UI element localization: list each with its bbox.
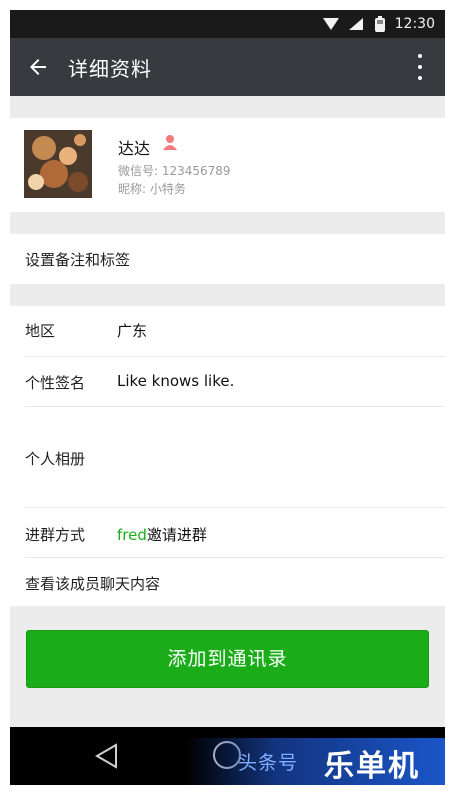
status-bar: 12:30	[10, 10, 445, 38]
back-arrow-icon[interactable]	[26, 55, 50, 79]
female-gender-icon	[163, 135, 177, 150]
join-method-value: fred邀请进群	[117, 524, 207, 545]
divider	[25, 406, 445, 407]
watermark: 头条号 乐单机	[186, 738, 445, 785]
set-remark-row[interactable]: 设置备注和标签	[10, 234, 445, 284]
app-bar: 详细资料	[10, 38, 445, 96]
signal-icon	[348, 18, 363, 30]
wechat-id: 微信号: 123456789	[118, 164, 231, 178]
join-method-label: 进群方式	[25, 526, 86, 544]
phone-screen: 12:30 详细资料 达达 微信号: 123456789 昵称: 小特务 设置备…	[10, 10, 445, 785]
divider	[25, 356, 445, 357]
contact-name: 达达	[118, 139, 151, 158]
page-title: 详细资料	[68, 57, 152, 81]
watermark-small: 头条号	[238, 752, 299, 774]
signature-label: 个性签名	[25, 374, 86, 392]
divider	[25, 557, 445, 558]
divider	[25, 507, 445, 508]
set-remark-label: 设置备注和标签	[25, 251, 131, 269]
chat-history-label: 查看该成员聊天内容	[25, 575, 161, 593]
region-label: 地区	[25, 322, 56, 340]
nav-back-icon[interactable]	[94, 743, 120, 769]
watermark-logo: 乐单机	[324, 749, 420, 784]
join-method-text: 邀请进群	[146, 526, 207, 544]
status-time: 12:30	[394, 16, 435, 32]
more-options-icon[interactable]	[415, 52, 425, 82]
profile-card: 达达 微信号: 123456789 昵称: 小特务	[10, 118, 445, 212]
battery-icon	[374, 16, 385, 32]
signature-value: Like knows like.	[117, 372, 235, 390]
avatar[interactable]	[24, 130, 92, 198]
wifi-icon	[322, 18, 339, 30]
inviter-name[interactable]: fred	[117, 526, 147, 544]
nickname: 昵称: 小特务	[118, 182, 186, 196]
add-to-contacts-button[interactable]: 添加到通讯录	[26, 630, 429, 688]
region-value: 广东	[117, 322, 148, 340]
info-list: 地区 广东 个性签名 Like knows like. 个人相册 进群方式 fr…	[10, 306, 445, 606]
album-label: 个人相册	[25, 450, 86, 468]
